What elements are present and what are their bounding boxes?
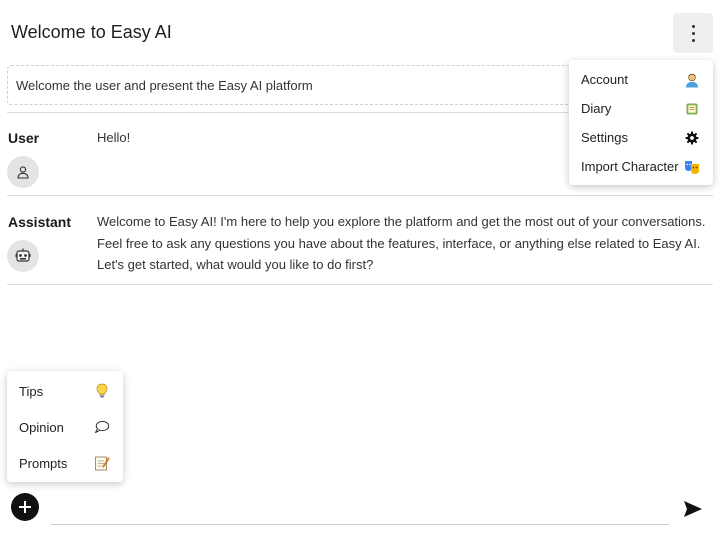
menu-item-import-character[interactable]: Import Character (569, 152, 713, 181)
page-title: Welcome to Easy AI (11, 22, 172, 42)
menu-item-prompts[interactable]: Prompts (7, 445, 123, 481)
more-vert-icon-dot (691, 31, 695, 35)
robot-icon (15, 248, 31, 262)
divider (7, 195, 713, 196)
avatar-assistant (7, 240, 39, 272)
lightbulb-icon (93, 382, 111, 400)
more-options-button[interactable] (673, 13, 713, 53)
menu-item-diary[interactable]: Diary (569, 94, 713, 123)
add-menu: Tips Opinion Prompts (7, 371, 123, 482)
menu-item-label: Settings (581, 130, 628, 145)
menu-item-label: Account (581, 72, 628, 87)
menu-item-label: Opinion (19, 419, 64, 435)
gear-icon (683, 129, 701, 147)
more-vert-icon-dot (691, 38, 695, 42)
message-role-user: User (8, 130, 40, 146)
menu-item-label: Import Character (581, 159, 679, 174)
divider (7, 284, 713, 285)
plus-icon (19, 501, 31, 513)
avatar-user (7, 156, 39, 188)
more-vert-icon (691, 24, 695, 28)
options-menu: Account Diary Settings Import Character (569, 60, 713, 185)
masks-icon (683, 158, 701, 176)
speech-bubble-icon (93, 418, 111, 436)
send-button[interactable] (682, 499, 706, 519)
menu-item-label: Tips (19, 383, 44, 399)
memo-icon (93, 454, 111, 472)
message-text-assistant: Welcome to Easy AI! I'm here to help you… (97, 214, 706, 272)
menu-item-account[interactable]: Account (569, 65, 713, 94)
message-input[interactable] (51, 500, 669, 525)
menu-item-settings[interactable]: Settings (569, 123, 713, 152)
message-role-assistant: Assistant (8, 214, 72, 230)
notebook-icon (683, 100, 701, 118)
menu-item-label: Diary (581, 101, 612, 116)
menu-item-opinion[interactable]: Opinion (7, 409, 123, 445)
add-button[interactable] (11, 493, 39, 521)
person-icon (17, 166, 29, 179)
system-prompt-text: Welcome the user and present the Easy AI… (16, 77, 313, 93)
send-icon (684, 501, 702, 517)
user-emoji-icon (683, 71, 701, 89)
menu-item-tips[interactable]: Tips (7, 373, 123, 409)
menu-item-label: Prompts (19, 455, 68, 471)
